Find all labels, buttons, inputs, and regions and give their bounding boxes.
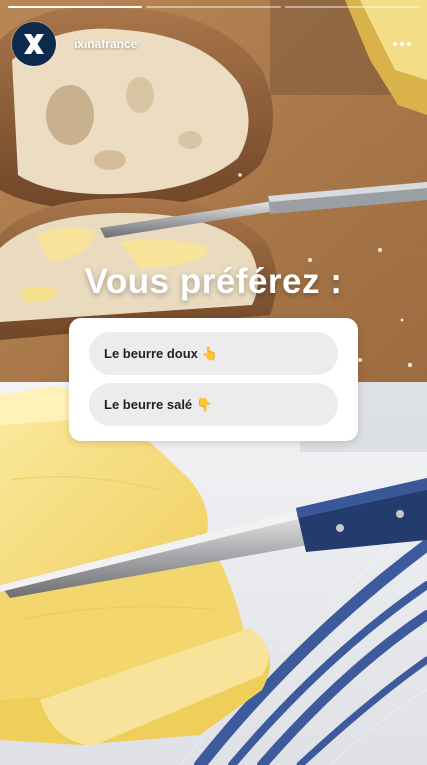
poll-option-beurre-doux[interactable]: Le beurre doux 👆 bbox=[89, 332, 338, 375]
ixina-logo-icon[interactable] bbox=[12, 22, 56, 66]
poll-sticker: Le beurre doux 👆 Le beurre salé 👇 bbox=[69, 318, 358, 441]
poll-option-label: Le beurre salé bbox=[104, 397, 193, 412]
story-header: ixinafrance bbox=[12, 22, 415, 66]
story-progress-bar bbox=[8, 6, 419, 8]
more-options-icon[interactable] bbox=[393, 42, 411, 46]
account-username[interactable]: ixinafrance bbox=[74, 37, 137, 51]
poll-option-label: Le beurre doux bbox=[104, 346, 198, 361]
poll-question: Vous préférez : bbox=[84, 262, 343, 301]
story-viewer[interactable]: ixinafrance Vous préférez : Le beurre do… bbox=[0, 0, 427, 765]
progress-segment bbox=[284, 6, 419, 8]
progress-segment bbox=[146, 6, 281, 8]
poll-option-beurre-sale[interactable]: Le beurre salé 👇 bbox=[89, 383, 338, 426]
pointing-down-icon: 👇 bbox=[196, 396, 213, 412]
pointing-up-icon: 👆 bbox=[201, 345, 219, 361]
progress-segment bbox=[8, 6, 143, 8]
